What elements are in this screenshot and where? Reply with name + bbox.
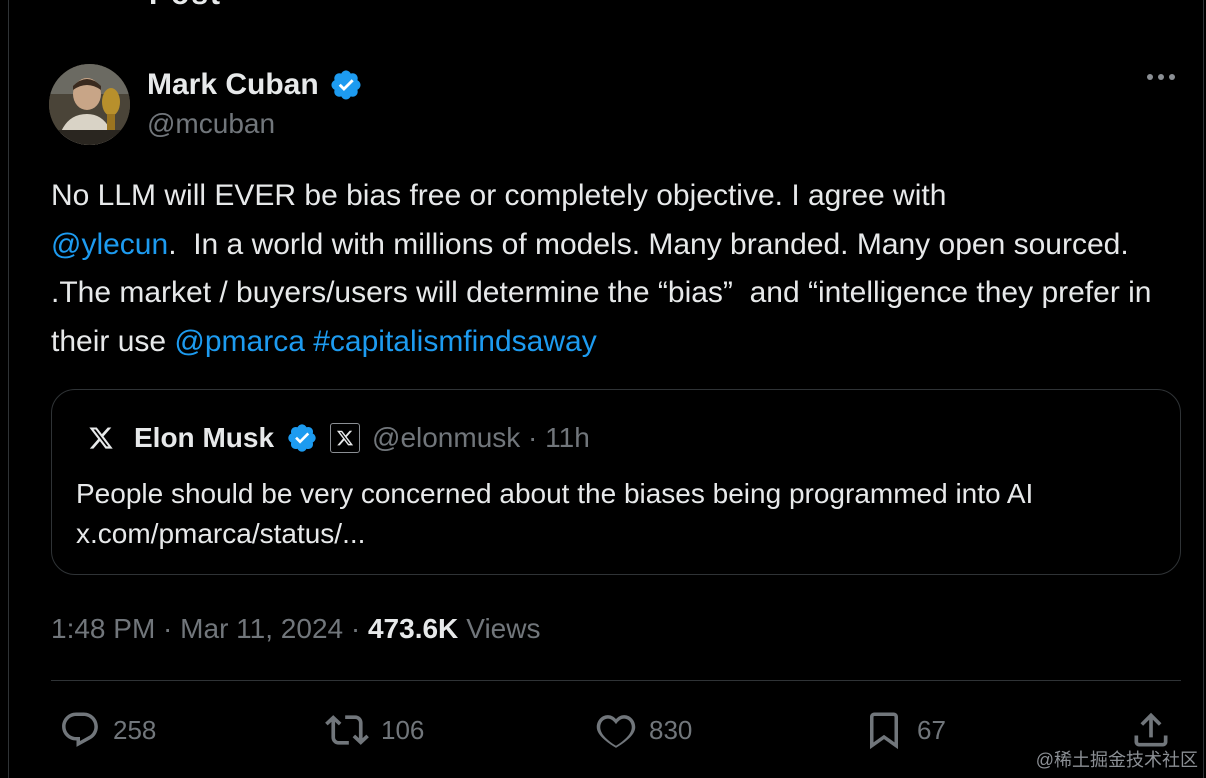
author-handle[interactable]: @mcuban <box>147 108 363 140</box>
x-logo-icon <box>89 427 113 449</box>
page-title: Post <box>149 0 222 12</box>
like-count: 830 <box>649 714 693 745</box>
hashtag-link[interactable]: #capitalismfindsaway <box>313 325 596 358</box>
views-label: Views <box>466 613 541 644</box>
author-name[interactable]: Mark Cuban <box>147 68 319 102</box>
bookmark-button[interactable]: 67 <box>863 700 946 760</box>
quoted-handle-time: @elonmusk · 11h <box>372 422 590 453</box>
quoted-tweet-link[interactable]: x.com/pmarca/status/... <box>76 514 1166 554</box>
divider <box>51 680 1181 681</box>
tweet-body: No LLM will EVER be bias free or complet… <box>51 172 1181 366</box>
separator: · <box>155 613 181 644</box>
avatar-image <box>49 64 130 145</box>
repost-count: 106 <box>381 714 425 745</box>
post-container: Post Mark Cuban @mcuban No LLM will EVER… <box>8 0 1204 778</box>
mention-link[interactable]: @ylecun <box>51 228 168 261</box>
heart-icon <box>596 715 636 748</box>
watermark: @稀土掘金技术社区 <box>1035 750 1198 770</box>
bookmark-count: 67 <box>917 714 946 745</box>
verified-badge-icon[interactable] <box>329 68 363 102</box>
author-name-row[interactable]: Mark Cuban <box>147 66 363 104</box>
quoted-author-name[interactable]: Elon Musk <box>134 422 274 454</box>
verified-badge-icon <box>288 424 316 452</box>
quoted-tweet-header: Elon Musk @elonmusk · 11h <box>88 410 590 466</box>
quoted-tweet-text: People should be very concerned about th… <box>76 478 1034 509</box>
post-date[interactable]: Mar 11, 2024 <box>180 613 343 645</box>
bookmark-icon <box>870 712 898 750</box>
reply-button[interactable]: 258 <box>59 700 156 760</box>
like-button[interactable]: 830 <box>595 700 692 760</box>
avatar[interactable] <box>49 64 130 145</box>
quoted-tweet-body: People should be very concerned about th… <box>76 474 1166 554</box>
more-options-icon[interactable] <box>1147 74 1175 80</box>
tweet-text-segment: No LLM will EVER be bias free or complet… <box>51 179 947 212</box>
x-affiliate-badge-icon <box>330 423 361 453</box>
action-bar: 258 106 830 67 <box>51 700 1181 760</box>
author-block: Mark Cuban @mcuban <box>147 66 363 140</box>
post-metadata: 1:48 PM · Mar 11, 2024 · 473.6K Views <box>51 610 540 648</box>
tweet-text-segment <box>305 325 313 358</box>
mention-link[interactable]: @pmarca <box>174 325 305 358</box>
views-count[interactable]: 473.6K <box>368 613 458 645</box>
quoted-tweet[interactable]: Elon Musk @elonmusk · 11h People should … <box>51 389 1181 575</box>
post-time[interactable]: 1:48 PM <box>51 613 155 645</box>
reply-icon <box>62 712 98 747</box>
reply-count: 258 <box>113 714 157 745</box>
repost-button[interactable]: 106 <box>325 700 424 760</box>
separator: · <box>343 613 368 644</box>
repost-icon <box>325 715 369 745</box>
